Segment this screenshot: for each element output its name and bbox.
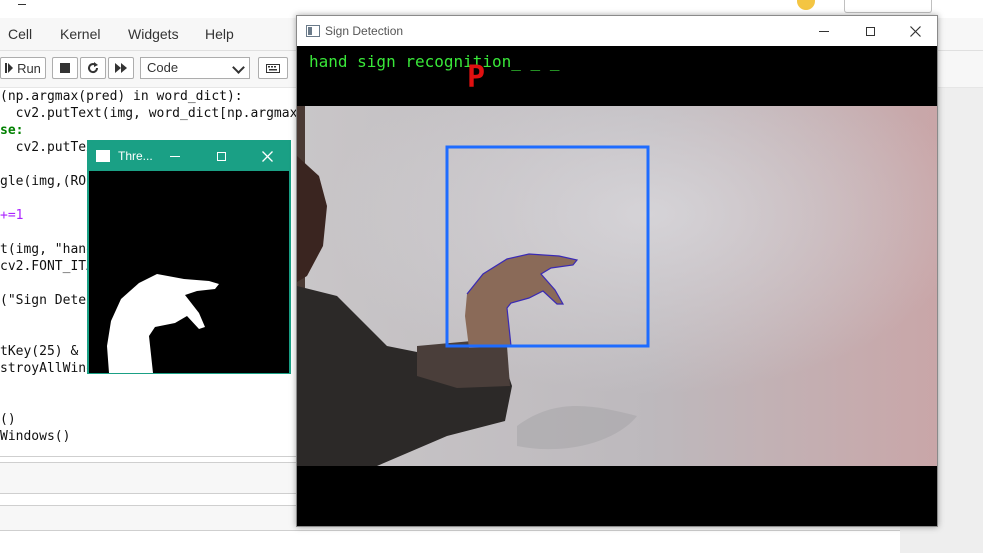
restart-icon <box>88 62 99 74</box>
python-logo-icon <box>797 0 815 10</box>
stop-icon <box>60 63 70 73</box>
code-line[interactable]: stroyAllWind <box>0 360 94 377</box>
minimize-button[interactable] <box>160 144 190 168</box>
cell-type-value: Code <box>147 60 179 75</box>
interrupt-button[interactable] <box>52 57 78 79</box>
close-icon <box>261 150 273 162</box>
minimize-button[interactable] <box>809 19 839 43</box>
maximize-icon <box>216 151 226 161</box>
sign-window-title: Sign Detection <box>325 24 404 38</box>
code-line[interactable]: tKey(25) & 0 <box>0 343 94 360</box>
menu-help[interactable]: Help <box>205 26 234 42</box>
step-icon <box>5 63 14 73</box>
run-button[interactable]: Run <box>0 57 46 79</box>
run-label: Run <box>17 60 41 76</box>
window-app-icon <box>306 25 320 37</box>
predicted-letter: P <box>467 60 486 95</box>
code-line[interactable]: se: <box>0 122 23 139</box>
maximize-button[interactable] <box>206 144 236 168</box>
threshold-title: Thre... <box>118 149 153 163</box>
threshold-window[interactable]: Thre... <box>87 140 291 374</box>
sign-detection-titlebar[interactable]: Sign Detection <box>297 16 937 46</box>
maximize-icon <box>865 26 875 36</box>
close-button[interactable] <box>900 19 930 43</box>
code-line[interactable]: () <box>0 411 16 428</box>
minimize-icon <box>819 30 829 32</box>
hand-mask-image <box>89 171 289 373</box>
camera-feed: hand sign recognition_ _ _ P <box>297 46 937 526</box>
fast-forward-icon <box>115 63 127 73</box>
restart-button[interactable] <box>80 57 106 79</box>
code-line[interactable]: t(img, "hand <box>0 241 94 258</box>
code-line[interactable]: gle(img,(ROI <box>0 173 94 190</box>
minimize-icon <box>170 155 180 157</box>
code-line[interactable]: (np.argmax(pred) in word_dict): <box>0 88 243 105</box>
code-line[interactable]: +=1 <box>0 207 23 224</box>
close-button[interactable] <box>252 144 282 168</box>
window-app-icon <box>96 150 110 162</box>
maximize-button[interactable] <box>855 19 885 43</box>
code-line[interactable]: cv2.putTex <box>0 139 94 156</box>
code-line[interactable]: ("Sign Detec <box>0 292 94 309</box>
run-all-button[interactable] <box>108 57 134 79</box>
webcam-frame-image <box>297 46 937 526</box>
menu-widgets[interactable]: Widgets <box>128 26 179 42</box>
command-palette-button[interactable] <box>258 57 288 79</box>
close-icon <box>909 25 921 37</box>
overlay-caption: hand sign recognition_ _ _ <box>309 52 560 71</box>
menu-cell[interactable]: Cell <box>8 26 32 42</box>
code-line[interactable]: cv2.putText(img, word_dict[np.argmax( <box>0 105 306 122</box>
threshold-image <box>89 171 289 373</box>
code-line[interactable]: cv2.FONT_ITA <box>0 258 94 275</box>
sign-detection-window[interactable]: Sign Detection hand sign recognition_ _ … <box>296 15 938 527</box>
chevron-down-icon <box>232 61 245 74</box>
code-line[interactable]: Windows() <box>0 428 70 445</box>
cell-type-select[interactable]: Code <box>140 57 250 79</box>
top-button[interactable] <box>844 0 932 13</box>
underscore-mark <box>18 4 26 5</box>
menu-kernel[interactable]: Kernel <box>60 26 100 42</box>
threshold-titlebar[interactable]: Thre... <box>88 141 290 171</box>
keyboard-icon <box>266 63 280 73</box>
